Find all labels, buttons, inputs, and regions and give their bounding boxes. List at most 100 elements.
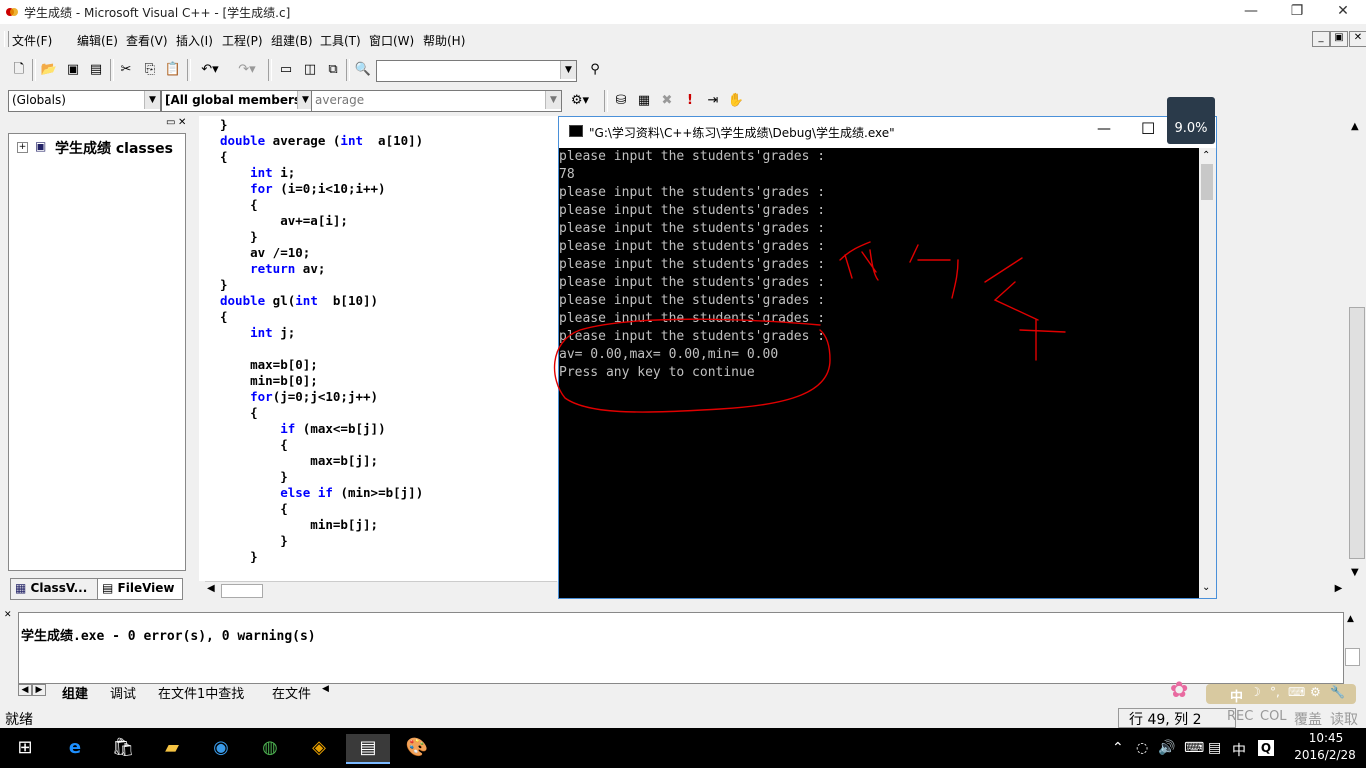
wifi-icon[interactable]: ◌	[1136, 740, 1148, 756]
output-text-area[interactable]: 学生成绩.exe - 0 error(s), 0 warning(s)	[18, 612, 1344, 684]
tray-chevron-icon[interactable]: ⌃	[1112, 740, 1124, 756]
scroll-thumb[interactable]	[1201, 164, 1213, 200]
tree-root-label[interactable]: 学生成绩 classes	[55, 138, 173, 158]
build-icon[interactable]: ▦	[633, 90, 655, 112]
console-minimize-button[interactable]: —	[1097, 121, 1111, 137]
settings-icon[interactable]: ⚙	[1310, 685, 1321, 699]
notification-icon[interactable]: ▤	[1208, 740, 1221, 756]
execute-icon[interactable]: !	[679, 90, 701, 112]
mdi-restore-button[interactable]: ▣	[1330, 31, 1348, 47]
console-vscrollbar[interactable]: ⌃ ⌄	[1199, 148, 1216, 598]
paste-icon[interactable]: 📋	[162, 59, 184, 81]
menu-build[interactable]: 组建(B)	[271, 32, 313, 49]
stop-build-icon[interactable]: ✖	[656, 90, 678, 112]
tab-debug[interactable]: 调试	[110, 683, 136, 702]
chevron-down-icon[interactable]: ▼	[560, 61, 576, 79]
window-list-icon[interactable]: ⧉	[322, 59, 344, 81]
save-all-icon[interactable]: ▤	[85, 59, 107, 81]
breakpoint-hand-icon[interactable]: ✋	[725, 90, 747, 112]
find-combo[interactable]: ▼	[376, 60, 577, 82]
tab-find-in-files-2[interactable]: 在文件	[272, 683, 311, 702]
scroll-down-icon[interactable]: ▼	[1351, 567, 1359, 578]
scroll-down-icon[interactable]: ⌄	[1202, 582, 1210, 593]
mdi-minimize-button[interactable]: _	[1312, 31, 1330, 47]
editor-hscrollbar[interactable]: ◀	[205, 581, 557, 598]
browser-icon[interactable]: ◉	[206, 734, 236, 762]
wrench-icon[interactable]: 🔧	[1330, 685, 1345, 699]
tab-classview[interactable]: ▦ ClassV...	[10, 578, 98, 600]
menu-help[interactable]: 帮助(H)	[423, 32, 465, 49]
ime-mode-label[interactable]: 中	[1230, 686, 1243, 705]
menu-window[interactable]: 窗口(W)	[369, 32, 414, 49]
punctuation-icon[interactable]: °,	[1270, 685, 1280, 699]
scroll-thumb[interactable]	[1345, 648, 1360, 666]
windows-start-icon[interactable]: ⊞	[10, 734, 40, 762]
panel-close-icon[interactable]: ✕	[4, 610, 12, 620]
wizard-action-icon[interactable]: ⚙▾	[562, 90, 598, 112]
chevron-down-icon[interactable]: ▼	[144, 91, 160, 109]
scroll-right-icon[interactable]: ▶	[1330, 583, 1347, 598]
tab-next-icon[interactable]: ▶	[32, 684, 46, 696]
expand-icon[interactable]: +	[17, 142, 28, 153]
console-taskbar-icon[interactable]: ▤	[346, 734, 390, 764]
go-icon[interactable]: ⇥	[702, 90, 724, 112]
paint-icon[interactable]: 🎨	[402, 734, 432, 762]
tab-prev-icon[interactable]: ◀	[18, 684, 32, 696]
restore-button[interactable]: ❐	[1274, 0, 1320, 24]
menu-project[interactable]: 工程(P)	[222, 32, 263, 49]
keyboard-tray-icon[interactable]: ⌨	[1184, 740, 1204, 756]
menu-insert[interactable]: 插入(I)	[176, 32, 213, 49]
scroll-up-icon[interactable]: ⌃	[1202, 150, 1210, 161]
volume-icon[interactable]: 🔊	[1158, 740, 1175, 756]
ime-toolbar[interactable]: ✿ 中 ☽ °, ⌨ ⚙ 🔧	[1170, 678, 1358, 708]
save-icon[interactable]: ▣	[62, 59, 84, 81]
edge-browser-icon[interactable]: e	[60, 734, 90, 762]
tab-fileview[interactable]: ▤ FileView	[97, 578, 183, 600]
minimize-button[interactable]: —	[1228, 0, 1274, 24]
cut-icon[interactable]: ✂	[115, 59, 137, 81]
menu-edit[interactable]: 编辑(E)	[77, 32, 118, 49]
open-folder-icon[interactable]: 📂	[38, 59, 60, 81]
chevron-down-icon[interactable]: ▼	[545, 91, 561, 109]
scroll-left-icon[interactable]: ◀	[207, 583, 215, 594]
mdi-close-button[interactable]: ✕	[1349, 31, 1366, 47]
clock-time[interactable]: 10:45	[1296, 731, 1356, 745]
keyboard-icon[interactable]: ⌨	[1288, 685, 1305, 699]
redo-icon[interactable]: ↷▾	[230, 59, 264, 81]
scroll-up-icon[interactable]: ▲	[1351, 121, 1359, 132]
visual-cpp-taskbar-icon[interactable]: ◈	[304, 734, 334, 762]
panel-close-icon[interactable]: ✕	[178, 117, 186, 128]
filter-combo[interactable]: [All global members ▼	[161, 90, 314, 112]
green-app-icon[interactable]: ◍	[255, 734, 285, 762]
menu-file[interactable]: 文件(F)	[12, 32, 52, 49]
tab-find-in-files-1[interactable]: 在文件1中查找	[158, 683, 244, 702]
scroll-thumb[interactable]	[221, 584, 263, 598]
output-vscrollbar[interactable]: ▲	[1344, 612, 1360, 684]
tab-build[interactable]: 组建	[62, 683, 88, 702]
workspace-icon[interactable]: ▭	[275, 59, 297, 81]
new-file-icon[interactable]: 🗋	[8, 59, 30, 81]
find-in-files-icon[interactable]: 🔍	[352, 59, 374, 81]
class-combo[interactable]: (Globals) ▼	[8, 90, 161, 112]
scroll-left-icon[interactable]: ◀	[322, 684, 329, 694]
moon-icon[interactable]: ☽	[1250, 685, 1261, 699]
code-editor[interactable]: } double average (int a[10]){ int i; for …	[199, 116, 559, 581]
search-icon[interactable]: ⚲	[584, 59, 606, 81]
menu-view[interactable]: 查看(V)	[126, 32, 168, 49]
q-app-icon[interactable]: Q	[1258, 740, 1274, 756]
menu-tools[interactable]: 工具(T)	[320, 32, 361, 49]
file-explorer-icon[interactable]: ▰	[157, 734, 187, 762]
members-combo[interactable]: average ▼	[311, 90, 562, 112]
scroll-thumb[interactable]	[1349, 307, 1365, 559]
close-button[interactable]: ✕	[1320, 0, 1366, 24]
panel-pin-icon[interactable]: ▭	[166, 117, 175, 128]
tray-ime-label[interactable]: 中	[1232, 740, 1246, 760]
scroll-up-icon[interactable]: ▲	[1347, 614, 1354, 624]
output-window-icon[interactable]: ◫	[299, 59, 321, 81]
editor-vscrollbar[interactable]: ▲ ▼	[1348, 117, 1365, 582]
copy-icon[interactable]: ⎘	[139, 59, 161, 81]
console-maximize-button[interactable]: ☐	[1141, 119, 1155, 138]
undo-icon[interactable]: ↶▾	[193, 59, 227, 81]
store-icon[interactable]: 🛍	[108, 734, 138, 762]
clock-date[interactable]: 2016/2/28	[1290, 748, 1360, 762]
